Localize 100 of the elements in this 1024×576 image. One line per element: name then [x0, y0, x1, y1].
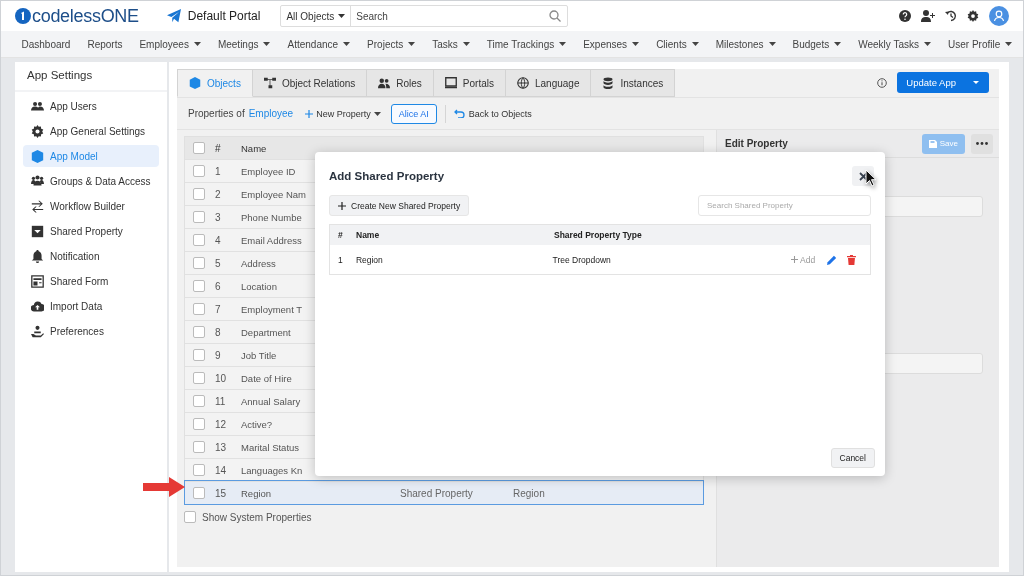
- tab[interactable]: Object Relations: [252, 69, 368, 97]
- sidebar-item[interactable]: Groups & Data Access: [23, 170, 159, 192]
- tab-icon: [517, 77, 529, 89]
- help-icon[interactable]: [899, 10, 911, 22]
- sidebar-item[interactable]: Workflow Builder: [23, 195, 159, 217]
- row-checkbox[interactable]: [193, 257, 205, 269]
- row-checkbox[interactable]: [193, 395, 205, 407]
- sidebar-item-icon: [31, 324, 44, 338]
- plus-icon: [338, 201, 346, 210]
- row-checkbox[interactable]: [193, 441, 205, 453]
- caret-icon: [1005, 42, 1013, 46]
- row-checkbox[interactable]: [193, 418, 205, 430]
- nav-menu-item[interactable]: Dashboard: [13, 38, 79, 50]
- sidebar-item[interactable]: Shared Property: [23, 220, 159, 242]
- sidebar-item-icon: [31, 149, 44, 163]
- avatar-icon[interactable]: [989, 6, 1009, 26]
- sidebar-item[interactable]: Import Data: [23, 295, 159, 317]
- mouse-cursor-icon: [865, 169, 877, 187]
- more-options-button[interactable]: [971, 133, 993, 154]
- nav-menu-item[interactable]: Time Trackings: [478, 38, 575, 50]
- tab-icon: [602, 77, 615, 89]
- table-cell-text: 1: [215, 165, 222, 177]
- sidebar-item-icon: [31, 199, 44, 213]
- nav-menu-item[interactable]: Reports: [78, 38, 131, 50]
- sidebar-item-icon: [31, 249, 44, 263]
- caret-icon: [263, 42, 271, 46]
- nav-menu-item[interactable]: Milestones: [707, 38, 784, 50]
- tab[interactable]: Roles: [367, 69, 434, 97]
- row-checkbox[interactable]: [193, 487, 205, 499]
- nav-menu-item[interactable]: Meetings: [209, 38, 279, 50]
- row-checkbox[interactable]: [193, 372, 205, 384]
- table-cell-text: 10: [215, 372, 228, 384]
- caret-icon: [462, 42, 470, 46]
- sidebar-item[interactable]: Shared Form: [23, 270, 159, 292]
- delete-icon[interactable]: [847, 254, 856, 265]
- nav-menu-item[interactable]: Projects: [358, 38, 424, 50]
- create-shared-property-button[interactable]: Create New Shared Property: [329, 195, 470, 216]
- nav-menu-item[interactable]: Budgets: [784, 38, 850, 50]
- nav-menu-item[interactable]: Tasks: [423, 38, 479, 50]
- row-checkbox[interactable]: [193, 211, 205, 223]
- table-cell-text: 13: [215, 441, 228, 453]
- panel-title: Edit Property: [725, 138, 788, 149]
- portal-name[interactable]: Default Portal: [187, 9, 261, 23]
- nav-menu-item[interactable]: Employees: [130, 38, 210, 50]
- sidebar-item[interactable]: App General Settings: [23, 120, 159, 142]
- tab[interactable]: Instances: [591, 69, 676, 97]
- caret-icon: [193, 42, 201, 46]
- search-icon[interactable]: [549, 10, 562, 22]
- edit-icon[interactable]: [827, 254, 838, 265]
- table-cell-text: 15: [215, 487, 228, 499]
- table-cell-text: 6: [215, 280, 222, 292]
- row-checkbox[interactable]: [193, 234, 205, 246]
- column-header: #: [215, 142, 222, 154]
- row-checkbox[interactable]: [193, 280, 205, 292]
- sidebar-item[interactable]: Preferences: [23, 320, 159, 342]
- properties-label: Properties of: [188, 108, 245, 119]
- table-cell-text: 2: [215, 188, 222, 200]
- table-cell-text: 11: [215, 395, 227, 407]
- nav-menu-item[interactable]: User Profile: [939, 38, 1021, 50]
- row-checkbox[interactable]: [193, 349, 205, 361]
- table-cell: Address: [241, 257, 276, 269]
- tab[interactable]: Portals: [433, 69, 506, 97]
- table-cell-text: 8: [215, 326, 222, 338]
- sidebar-item[interactable]: App Users: [23, 95, 159, 117]
- undo-arrow-icon: [453, 109, 465, 118]
- column-header: Name: [241, 142, 267, 154]
- table-cell-text: 5: [215, 257, 222, 269]
- history-icon[interactable]: [945, 10, 957, 22]
- settings-icon[interactable]: [967, 10, 979, 22]
- close-icon: [858, 171, 868, 181]
- update-app-button[interactable]: Update App: [897, 72, 989, 93]
- sidebar-item[interactable]: Notification: [23, 245, 159, 267]
- nav-menu-item[interactable]: Clients: [647, 38, 708, 50]
- row-checkbox[interactable]: [193, 188, 205, 200]
- tab[interactable]: Language: [506, 69, 592, 97]
- add-user-icon[interactable]: [921, 10, 935, 22]
- select-all-checkbox[interactable]: [193, 142, 205, 154]
- back-to-objects-button[interactable]: Back to Objects: [453, 108, 532, 119]
- new-property-button[interactable]: New Property: [305, 108, 381, 119]
- row-checkbox[interactable]: [193, 326, 205, 338]
- nav-menu-item[interactable]: Weekly Tasks: [849, 38, 940, 50]
- info-icon[interactable]: [877, 77, 888, 88]
- search-field[interactable]: All Objects Search: [280, 5, 569, 27]
- logo-icon: [15, 8, 31, 24]
- tab-icon: [189, 77, 201, 89]
- column-header: Shared Property Type: [554, 230, 643, 240]
- row-checkbox[interactable]: [193, 303, 205, 315]
- search-field[interactable]: Search Shared Property: [698, 195, 871, 216]
- nav-menu-item[interactable]: Attendance: [279, 38, 359, 50]
- sidebar-title: App Settings: [15, 62, 167, 92]
- table-cell: Employee ID: [241, 165, 296, 177]
- sidebar-item-icon: [31, 299, 44, 313]
- row-checkbox[interactable]: [193, 165, 205, 177]
- cancel-button[interactable]: Cancel: [830, 448, 875, 468]
- row-checkbox[interactable]: [193, 464, 205, 476]
- caret-icon: [834, 42, 842, 46]
- nav-menu-item[interactable]: Expenses: [574, 38, 648, 50]
- table-row[interactable]: 15 Region Shared Property Region: [185, 481, 703, 504]
- checkbox[interactable]: [184, 511, 196, 523]
- alice-ai-button[interactable]: Alice AI: [390, 103, 437, 124]
